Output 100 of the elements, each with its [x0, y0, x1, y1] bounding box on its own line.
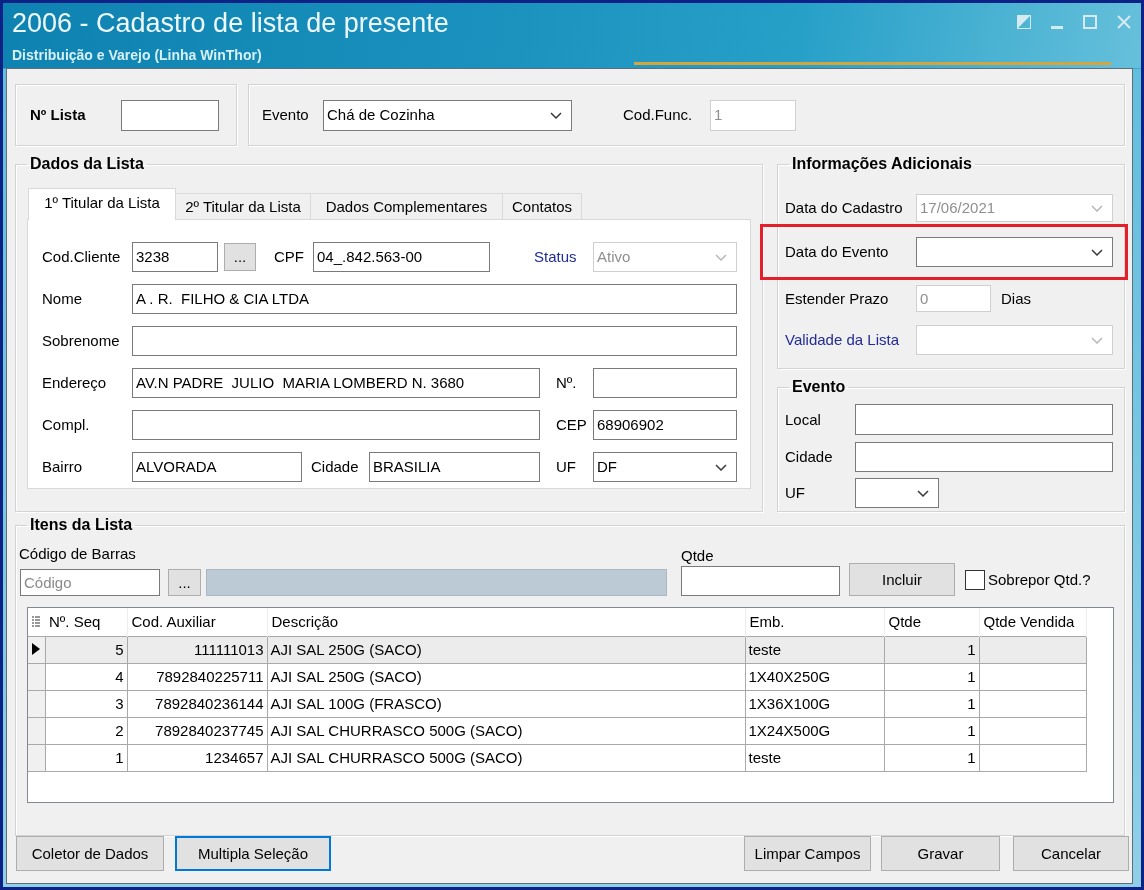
- field-label: Código de Barras: [19, 545, 137, 563]
- surname-field[interactable]: [132, 326, 737, 356]
- field-label: Qtde: [681, 547, 715, 565]
- field-label: Endereço: [42, 374, 108, 392]
- field-label: Local: [785, 410, 822, 429]
- list-icon[interactable]: [32, 616, 40, 628]
- chevron-down-icon: [1091, 248, 1103, 256]
- table-cell: 1: [884, 744, 979, 771]
- lookup-button[interactable]: ...: [224, 243, 256, 271]
- table-cell: 2: [45, 717, 127, 744]
- state-dropdown[interactable]: DF: [593, 452, 737, 482]
- include-button[interactable]: Incluir: [849, 563, 955, 596]
- table-cell: 7892840236144: [127, 690, 267, 717]
- number-field[interactable]: [593, 368, 737, 398]
- city-field[interactable]: [855, 442, 1113, 472]
- unit-label: Dias: [1001, 289, 1031, 308]
- table-cell: 111111013: [127, 636, 267, 663]
- state-dropdown[interactable]: [855, 478, 939, 508]
- client-code-field[interactable]: 3238: [132, 242, 218, 272]
- table-cell: 1X36X100G: [745, 690, 884, 717]
- field-label: Data do Evento: [785, 243, 890, 261]
- table-cell: 1: [45, 744, 127, 771]
- chevron-down-icon: [715, 253, 727, 261]
- field-label: Status: [534, 248, 578, 266]
- row-header[interactable]: [28, 636, 45, 663]
- field-label: Nº.: [556, 374, 578, 392]
- group-title: Informações Adicionais: [791, 155, 973, 173]
- table-cell: 1: [884, 636, 979, 663]
- window-subtitle: Distribuição e Varejo (Linha WinThor): [12, 47, 262, 65]
- table-cell: AJI SAL 250G (SACO): [267, 636, 745, 663]
- table-cell: 7892840237745: [127, 717, 267, 744]
- data-collector-button[interactable]: Coletor de Dados: [16, 836, 164, 871]
- column-header: Emb.: [745, 608, 884, 636]
- table-cell: teste: [745, 636, 884, 663]
- table-cell: AJI SAL 250G (SACO): [267, 663, 745, 690]
- checkbox-label: Sobrepor Qtd.?: [988, 571, 1091, 589]
- table-cell: 1: [884, 663, 979, 690]
- column-header: Descrição: [267, 608, 745, 636]
- tab[interactable]: 1º Titular da Lista: [28, 188, 176, 220]
- table-cell: AJI SAL CHURRASCO 500G (SACO): [267, 717, 745, 744]
- list-number-field[interactable]: [121, 99, 219, 131]
- table-cell: 5: [45, 636, 127, 663]
- field-label: UF: [556, 458, 577, 476]
- row-pointer-icon: [32, 642, 40, 655]
- table-cell: 1X24X500G: [745, 717, 884, 744]
- table-cell: 3: [45, 690, 127, 717]
- cpf-field[interactable]: 04_.842.563-00: [313, 242, 490, 272]
- window-title: 2006 - Cadastro de lista de presente: [12, 7, 449, 40]
- field-label: Validade da Lista: [785, 331, 900, 349]
- chevron-down-icon: [550, 111, 562, 119]
- zip-code-field[interactable]: 68906902: [593, 410, 737, 440]
- table-cell: 7892840225711: [127, 663, 267, 690]
- event-date-dropdown[interactable]: [916, 237, 1113, 267]
- field-label: Cidade: [785, 448, 834, 466]
- tab[interactable]: Contatos: [502, 193, 582, 219]
- location-field[interactable]: [855, 404, 1113, 435]
- chevron-down-icon: [715, 463, 727, 471]
- column-header: Cod. Auxiliar: [127, 608, 267, 636]
- field-label: Data do Cadastro: [785, 199, 904, 217]
- multiple-selection-button[interactable]: Multipla Seleção: [175, 836, 331, 871]
- table-cell: 4: [45, 663, 127, 690]
- district-field[interactable]: ALVORADA: [132, 452, 302, 482]
- chevron-down-icon: [1091, 336, 1103, 344]
- table-cell: 1X40X250G: [745, 663, 884, 690]
- chevron-down-icon: [917, 489, 929, 497]
- group-title: Evento: [791, 378, 847, 396]
- quantity-field[interactable]: [681, 566, 840, 596]
- field-label: Nº Lista: [30, 106, 87, 124]
- table-cell: teste: [745, 744, 884, 771]
- field-label: Nome: [42, 290, 83, 308]
- field-label: Cod.Func.: [623, 106, 694, 124]
- column-header: Qtde Vendida: [979, 608, 1086, 636]
- event-dropdown[interactable]: Chá de Cozinha: [323, 99, 572, 131]
- table-cell: 1: [884, 690, 979, 717]
- city-field[interactable]: BRASILIA: [369, 452, 540, 482]
- table-cell: AJI SAL 100G (FRASCO): [267, 690, 745, 717]
- table-cell: AJI SAL CHURRASCO 500G (SACO): [267, 744, 745, 771]
- group-title: Itens da Lista: [29, 516, 134, 534]
- name-field[interactable]: A . R. FILHO & CIA LTDA: [132, 284, 737, 314]
- table-cell: 1234657: [127, 744, 267, 771]
- field-label: Estender Prazo: [785, 289, 890, 308]
- group-title: Dados da Lista: [29, 155, 145, 173]
- address-field[interactable]: AV.N PADRE JULIO MARIA LOMBERD N. 3680: [132, 368, 540, 398]
- field-label: Cidade: [311, 458, 360, 476]
- field-label: Sobrenome: [42, 332, 121, 350]
- clear-fields-button[interactable]: Limpar Campos: [744, 836, 871, 871]
- field-label: CEP: [556, 416, 588, 434]
- field-label: Compl.: [42, 416, 91, 434]
- field-label: Cod.Cliente: [42, 248, 122, 266]
- barcode-field[interactable]: Código: [20, 569, 160, 596]
- checkbox[interactable]: [965, 570, 985, 590]
- field-label: CPF: [274, 248, 305, 266]
- lookup-button[interactable]: ...: [168, 569, 201, 596]
- complement-field[interactable]: [132, 410, 540, 440]
- field-label: UF: [785, 484, 806, 502]
- save-button[interactable]: Gravar: [881, 836, 1000, 871]
- field-label: Bairro: [42, 458, 83, 476]
- table-cell: 1: [884, 717, 979, 744]
- field-label: Evento: [262, 106, 310, 124]
- cancel-button[interactable]: Cancelar: [1013, 836, 1129, 871]
